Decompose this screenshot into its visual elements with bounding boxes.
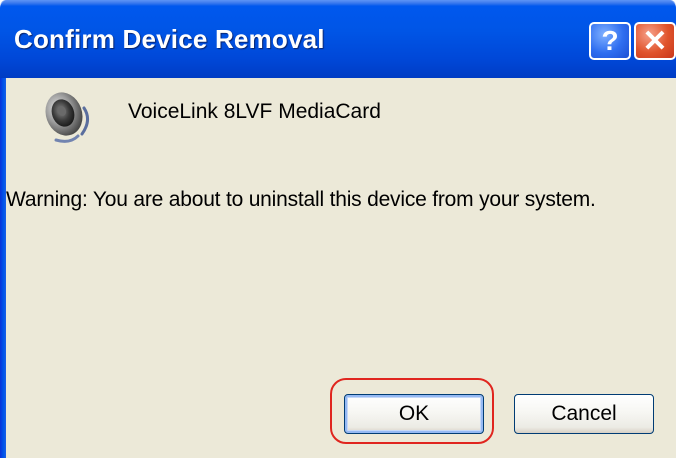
warning-message: Warning: You are about to uninstall this…	[6, 188, 596, 211]
speaker-icon	[45, 92, 89, 143]
help-icon: ?	[601, 25, 619, 56]
device-name: VoiceLink 8LVF MediaCard	[128, 100, 381, 123]
help-button[interactable]: ?	[589, 22, 631, 60]
title-bar[interactable]: Confirm Device Removal ? ✕	[0, 0, 676, 78]
cancel-button[interactable]: Cancel	[514, 394, 654, 434]
ok-button[interactable]: OK	[344, 394, 484, 434]
close-button[interactable]: ✕	[634, 22, 676, 60]
confirm-device-removal-dialog: Confirm Device Removal ? ✕ VoiceLink 8LV…	[0, 0, 676, 458]
close-icon: ✕	[642, 24, 668, 58]
window-title: Confirm Device Removal	[14, 24, 325, 54]
